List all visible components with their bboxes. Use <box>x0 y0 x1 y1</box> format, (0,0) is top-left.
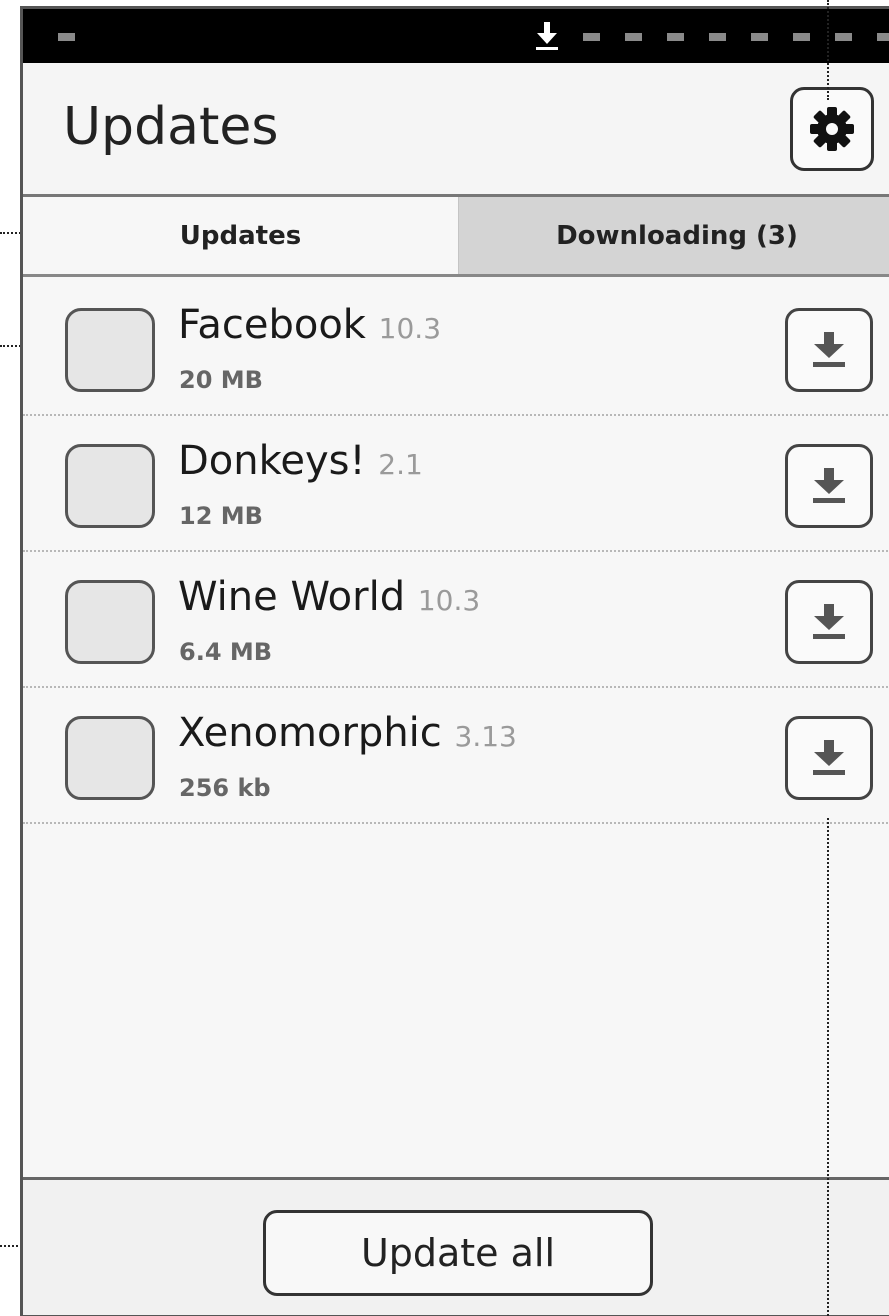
app-name: Wine World <box>178 574 406 620</box>
callout-line-vertical-bottom <box>827 818 829 1316</box>
app-title: Donkeys! 2.1 <box>178 438 423 484</box>
status-indicator <box>877 33 889 41</box>
page-title: Updates <box>63 97 279 157</box>
app-icon <box>65 716 155 800</box>
update-all-button[interactable]: Update all <box>263 1210 653 1296</box>
app-icon <box>65 580 155 664</box>
app-icon <box>65 308 155 392</box>
download-icon <box>813 604 845 639</box>
status-indicator <box>667 33 684 41</box>
gear-icon <box>810 107 854 151</box>
status-bar <box>23 9 889 63</box>
callout-line-vertical-top <box>827 0 829 100</box>
status-indicator <box>58 33 75 41</box>
app-icon <box>65 444 155 528</box>
download-icon <box>813 468 845 503</box>
download-button[interactable] <box>785 444 873 528</box>
status-indicator <box>583 33 600 41</box>
status-indicator <box>709 33 726 41</box>
app-size: 256 kb <box>179 774 271 802</box>
status-indicator <box>793 33 810 41</box>
list-item[interactable]: Xenomorphic 3.13 256 kb <box>23 688 889 824</box>
app-version: 2.1 <box>378 448 423 481</box>
app-version: 10.3 <box>378 312 442 345</box>
app-size: 20 MB <box>179 366 263 394</box>
download-button[interactable] <box>785 308 873 392</box>
phone-screen: Updates Updates Downloading (3) Facebook… <box>20 6 889 1316</box>
status-indicator <box>625 33 642 41</box>
app-version: 10.3 <box>417 584 481 617</box>
app-title: Facebook 10.3 <box>178 302 441 348</box>
tab-downloading[interactable]: Downloading (3) <box>458 197 889 274</box>
status-indicator <box>751 33 768 41</box>
app-name: Xenomorphic <box>178 710 442 756</box>
download-icon <box>813 740 845 775</box>
list-item[interactable]: Wine World 10.3 6.4 MB <box>23 552 889 688</box>
update-list: Facebook 10.3 20 MB Donkeys! 2.1 12 MB W… <box>23 280 889 824</box>
download-status-icon <box>536 22 558 50</box>
title-bar: Updates <box>23 63 889 197</box>
tab-updates[interactable]: Updates <box>23 197 458 274</box>
tab-bar: Updates Downloading (3) <box>23 197 889 277</box>
download-icon <box>813 332 845 367</box>
app-size: 6.4 MB <box>179 638 273 666</box>
status-indicator <box>835 33 852 41</box>
list-item[interactable]: Facebook 10.3 20 MB <box>23 280 889 416</box>
list-item[interactable]: Donkeys! 2.1 12 MB <box>23 416 889 552</box>
download-button[interactable] <box>785 580 873 664</box>
app-size: 12 MB <box>179 502 263 530</box>
app-name: Donkeys! <box>178 438 366 484</box>
app-title: Wine World 10.3 <box>178 574 480 620</box>
app-title: Xenomorphic 3.13 <box>178 710 517 756</box>
download-button[interactable] <box>785 716 873 800</box>
app-version: 3.13 <box>454 720 517 753</box>
footer-bar: Update all <box>23 1177 889 1315</box>
settings-button[interactable] <box>790 87 874 171</box>
app-name: Facebook <box>178 302 366 348</box>
